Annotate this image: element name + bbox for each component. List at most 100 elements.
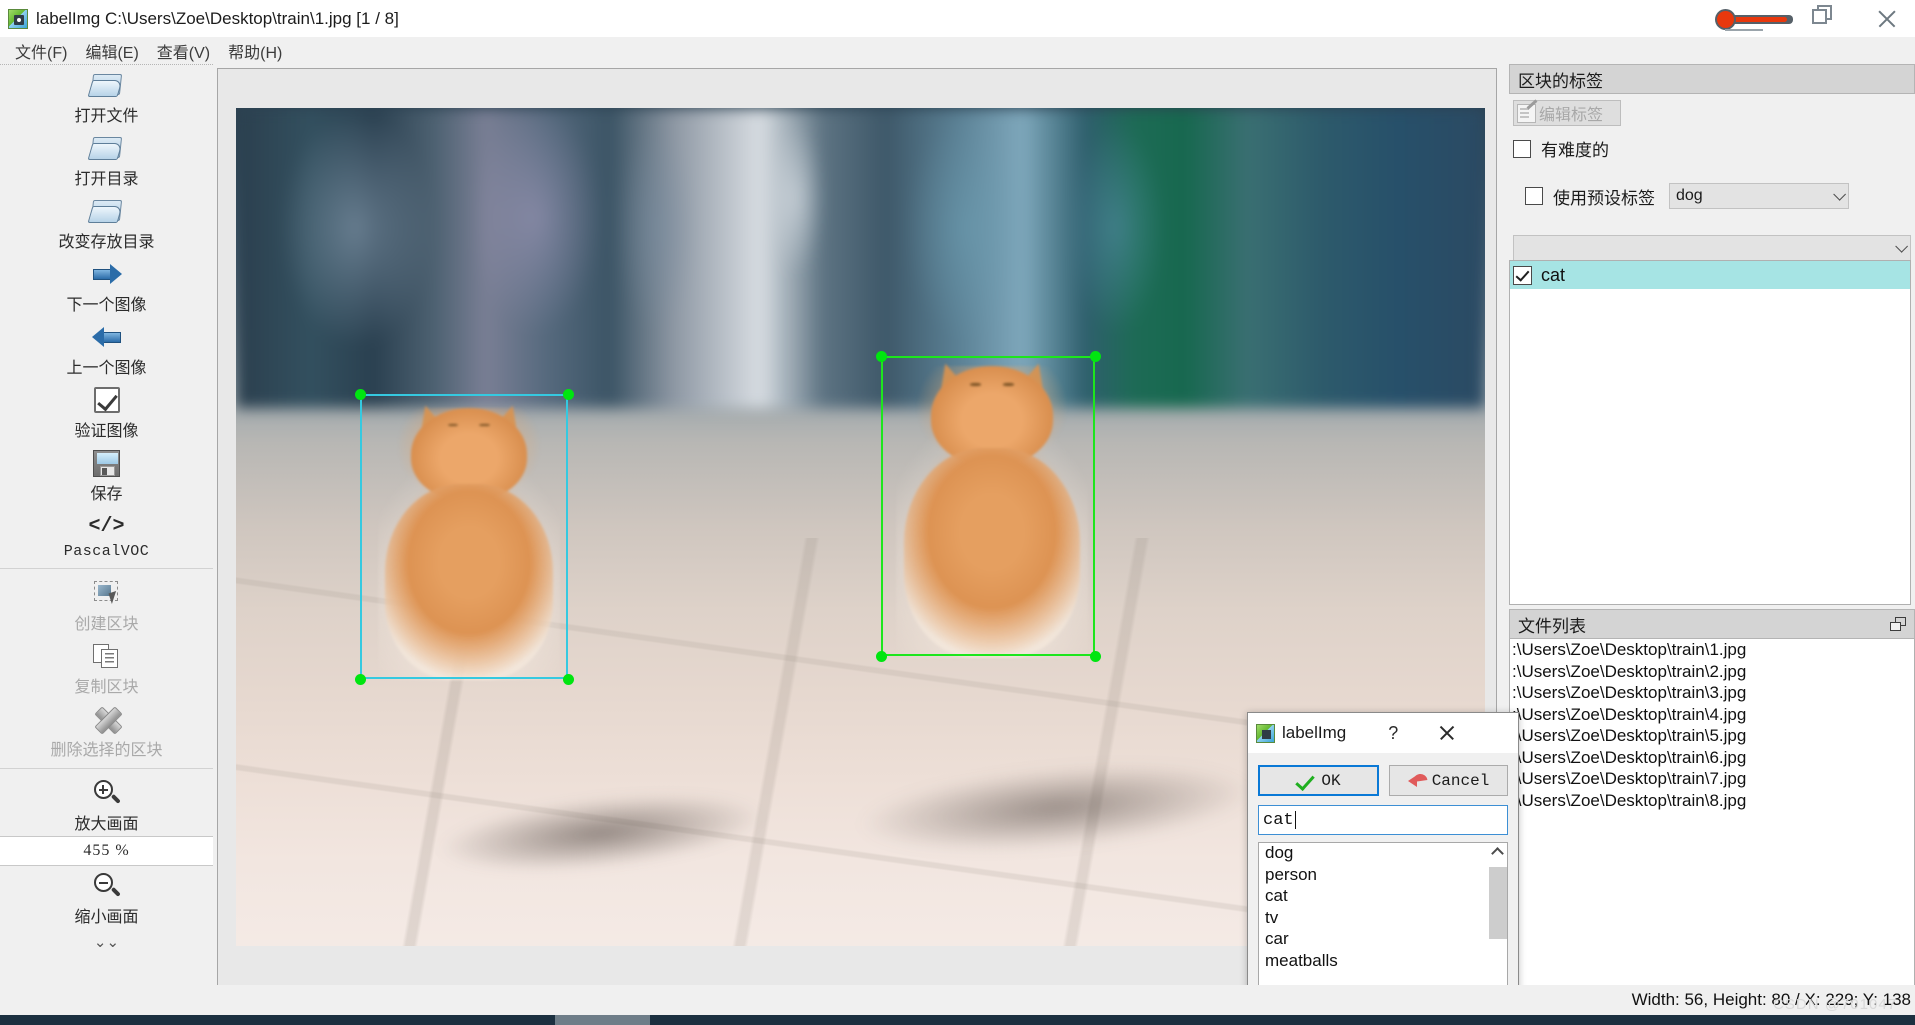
undock-icon[interactable] [1890, 617, 1906, 631]
toolbar-prev-image[interactable]: 上一个图像 [0, 317, 213, 380]
toolbar-zoom-in[interactable]: 放大画面 [0, 773, 213, 836]
close-icon[interactable] [1434, 720, 1460, 746]
toolbar-create-rect[interactable]: 创建区块 [0, 573, 213, 636]
menu-item-file[interactable]: 文件(F) [6, 37, 76, 65]
list-item[interactable]: :\Users\Zoe\Desktop\train\4.jpg [1510, 705, 1914, 727]
scrollbar-thumb[interactable] [1489, 867, 1507, 939]
list-item[interactable]: :\Users\Zoe\Desktop\train\2.jpg [1510, 662, 1914, 684]
labelimg-window: labelImg C:\Users\Zoe\Desktop\train\1.jp… [0, 0, 1915, 1025]
menu-item-help[interactable]: 帮助(H) [219, 37, 291, 65]
title-bar: labelImg C:\Users\Zoe\Desktop\train\1.jp… [0, 0, 1915, 37]
toolbar-label: 创建区块 [74, 616, 139, 633]
list-item[interactable]: tv [1259, 908, 1507, 930]
chevron-down-icon [1833, 187, 1846, 201]
toolbar-open-dir[interactable]: 打开目录 [0, 128, 213, 191]
menu-item-view[interactable]: 查看(V) [148, 37, 219, 65]
label-text-input[interactable]: cat [1258, 805, 1508, 835]
zoom-level-value[interactable]: 455 % [0, 836, 213, 866]
menu-item-edit[interactable]: 编辑(E) [76, 37, 147, 65]
label-item-checkbox[interactable] [1513, 265, 1532, 285]
bounding-box-green[interactable] [875, 350, 1101, 662]
use-default-label-checkbox[interactable] [1525, 187, 1543, 205]
create-rect-icon [92, 577, 122, 609]
dialog-title-bar: labelImg ? [1248, 713, 1518, 753]
folder-icon [87, 195, 124, 227]
list-item[interactable]: :\Users\Zoe\Desktop\train\5.jpg [1510, 726, 1914, 748]
toolbar-label: 验证图像 [74, 423, 139, 440]
bounding-box-cyan[interactable] [354, 388, 574, 685]
folder-icon [87, 69, 124, 101]
toolbar-label: 打开目录 [74, 171, 139, 188]
cancel-button-label: Cancel [1431, 771, 1490, 790]
difficult-checkbox-row[interactable]: 有难度的 [1513, 136, 1915, 161]
left-toolbar: 打开文件 打开目录 改变存放目录 下一个图像 上一个图像 验证图像 保存 </>… [0, 64, 213, 1025]
toolbar-open-file[interactable]: 打开文件 [0, 65, 213, 128]
labelimg-icon [1256, 723, 1275, 743]
list-item[interactable]: :\Users\Zoe\Desktop\train\3.jpg [1510, 683, 1914, 705]
restore-icon[interactable] [1803, 0, 1837, 37]
dialog-buttons: OK Cancel [1248, 753, 1518, 796]
toolbar-label: 上一个图像 [66, 360, 147, 377]
list-item[interactable]: :\Users\Zoe\Desktop\train\7.jpg [1510, 769, 1914, 791]
chevron-double-down-icon[interactable]: ⌄⌄ [0, 929, 213, 955]
toolbar-zoom-out[interactable]: 缩小画面 [0, 866, 213, 929]
label-list[interactable]: cat [1509, 260, 1911, 605]
dock-title-text: 文件列表 [1518, 616, 1586, 636]
ok-button-label: OK [1321, 771, 1341, 790]
toolbar-label: 打开文件 [74, 108, 139, 125]
status-bar: Width: 56, Height: 80 / X: 229; Y: 138 [0, 985, 1915, 1015]
list-item[interactable]: cat [1259, 886, 1507, 908]
list-item[interactable]: :\Users\Zoe\Desktop\train\8.jpg [1510, 791, 1914, 813]
list-item[interactable]: person [1259, 865, 1507, 887]
green-check-icon [1296, 774, 1315, 788]
list-item[interactable]: car [1259, 929, 1507, 951]
toolbar-label: 下一个图像 [66, 297, 147, 314]
toolbar-label: 缩小画面 [74, 909, 139, 926]
default-label-value: dog [1676, 187, 1703, 204]
folder-icon [87, 132, 124, 164]
box-labels-title: 区块的标签 [1509, 64, 1915, 94]
extra-label-combo[interactable] [1513, 235, 1911, 261]
list-item[interactable]: :\Users\Zoe\Desktop\train\6.jpg [1510, 748, 1914, 770]
list-item[interactable]: meatballs [1259, 951, 1507, 973]
list-item[interactable]: dog [1259, 843, 1507, 865]
ok-button[interactable]: OK [1258, 765, 1379, 796]
toolbar-change-save-dir[interactable]: 改变存放目录 [0, 191, 213, 254]
file-list-dock: 文件列表 :\Users\Zoe\Desktop\train\1.jpg :\U… [1509, 609, 1915, 1025]
help-button[interactable]: ? [1382, 723, 1404, 744]
dialog-title-text: labelImg [1282, 723, 1347, 742]
use-default-label-row[interactable]: 使用预设标签 dog [1525, 183, 1915, 209]
use-default-label-text: 使用预设标签 [1553, 188, 1655, 208]
toolbar-delete-rect[interactable]: 删除选择的区块 [0, 699, 213, 762]
taskbar [0, 1015, 1915, 1025]
file-list[interactable]: :\Users\Zoe\Desktop\train\1.jpg :\Users\… [1509, 639, 1915, 1025]
labelimg-icon [8, 8, 28, 29]
red-undo-arrow-icon [1407, 773, 1428, 789]
toolbar-next-image[interactable]: 下一个图像 [0, 254, 213, 317]
toolbar-separator [0, 768, 213, 769]
window-title: labelImg C:\Users\Zoe\Desktop\train\1.jp… [36, 8, 399, 28]
dock-title-text: 区块的标签 [1518, 71, 1603, 91]
edit-label-button[interactable]: 编辑标签 [1513, 100, 1621, 126]
arrow-left-icon [90, 321, 124, 353]
right-panel: 区块的标签 编辑标签 有难度的 使用预设标签 dog cat 文件列表:\Us… [1505, 64, 1915, 1025]
list-item[interactable]: cat [1510, 261, 1910, 289]
thermometer-icon [1717, 8, 1799, 31]
chevron-up-icon[interactable] [1491, 847, 1504, 860]
toolbar-duplicate-rect[interactable]: 复制区块 [0, 636, 213, 699]
difficult-checkbox[interactable] [1513, 139, 1531, 158]
toolbar-verify-image[interactable]: 验证图像 [0, 380, 213, 443]
close-icon[interactable] [1859, 0, 1915, 37]
default-label-combo[interactable]: dog [1669, 183, 1849, 209]
toolbar-format-pascalvoc[interactable]: </> PascalVOC [0, 506, 213, 562]
photo-background [236, 108, 1485, 408]
zoom-out-icon [93, 870, 121, 902]
toolbar-label: PascalVOC [63, 543, 150, 560]
delete-x-icon [91, 703, 123, 735]
list-item[interactable]: :\Users\Zoe\Desktop\train\1.jpg [1510, 640, 1914, 662]
cancel-button[interactable]: Cancel [1389, 765, 1508, 796]
difficult-label: 有难度的 [1541, 141, 1609, 160]
box-labels-dock: 区块的标签 编辑标签 有难度的 使用预设标签 dog [1509, 64, 1915, 261]
toolbar-save[interactable]: 保存 [0, 443, 213, 506]
toolbar-label: 删除选择的区块 [50, 742, 163, 759]
